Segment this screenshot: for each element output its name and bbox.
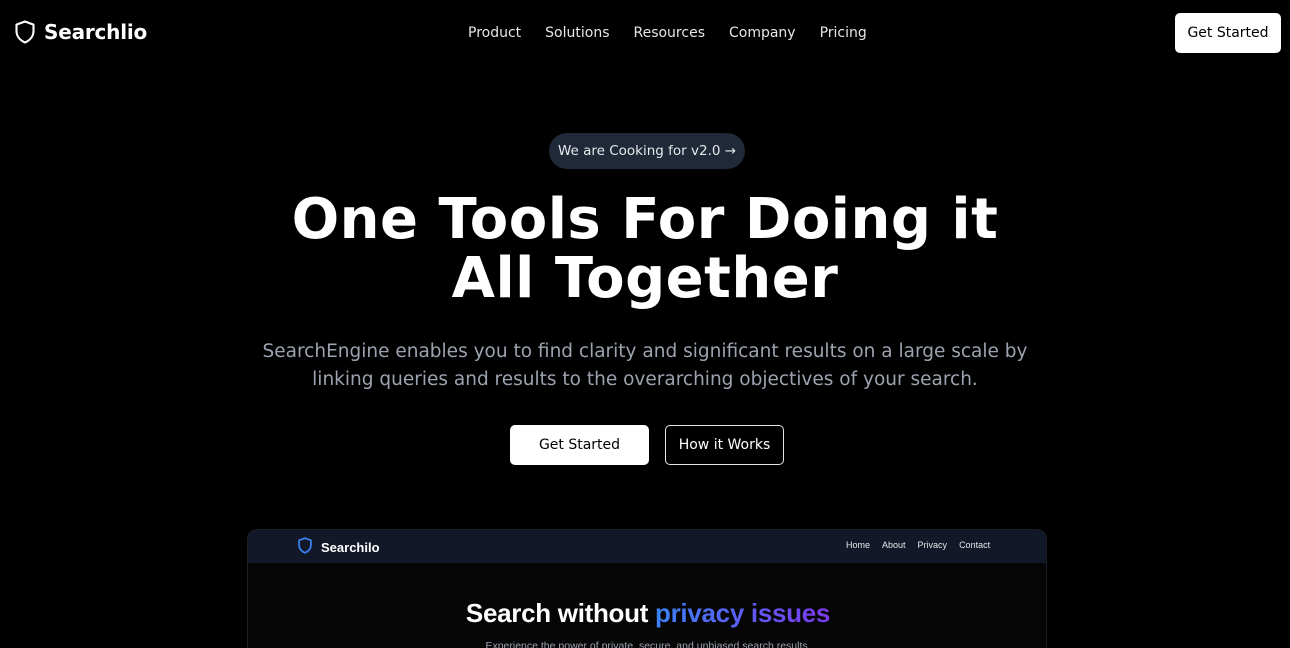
- preview-brand-name: Searchilo: [321, 540, 380, 555]
- hero-subtitle-line-1: SearchEngine enables you to find clarity…: [262, 341, 1028, 362]
- top-nav: Searchlio Product Solutions Resources Co…: [0, 0, 1290, 66]
- preview-subtitle: Experience the power of private, secure,…: [485, 640, 811, 648]
- hero-title-line-2: All Together: [451, 246, 839, 311]
- nav-link-company[interactable]: Company: [729, 24, 796, 42]
- brand-name: Searchlio: [44, 20, 148, 44]
- hero-subtitle: SearchEngine enables you to find clarity…: [0, 338, 1290, 394]
- version-badge[interactable]: We are Cooking for v2.0 →: [549, 133, 745, 169]
- hero-subtitle-line-2: linking queries and results to the overa…: [312, 369, 978, 390]
- nav-link-pricing[interactable]: Pricing: [820, 24, 867, 42]
- preview-title-highlight: privacy issues: [655, 598, 831, 628]
- brand[interactable]: Searchlio: [15, 20, 147, 44]
- preview-link-about: About: [882, 540, 906, 550]
- hero-title-line-1: One Tools For Doing it: [291, 187, 999, 252]
- preview-nav: Searchilo Home About Privacy Contact: [248, 530, 1046, 563]
- product-preview: Searchilo Home About Privacy Contact Sea…: [247, 529, 1047, 648]
- preview-title: Search without privacy issues: [248, 598, 1046, 629]
- main-menu: Product Solutions Resources Company Pric…: [468, 24, 867, 42]
- get-started-button[interactable]: Get Started: [510, 425, 649, 465]
- nav-link-product[interactable]: Product: [468, 24, 521, 42]
- preview-title-plain: Search without: [465, 598, 656, 628]
- preview-link-contact: Contact: [959, 540, 991, 550]
- preview-menu: Home About Privacy Contact: [846, 540, 990, 550]
- shield-icon: [15, 20, 35, 44]
- preview-brand: Searchilo: [298, 537, 380, 558]
- preview-link-home: Home: [846, 540, 871, 550]
- preview-link-privacy: Privacy: [917, 540, 948, 550]
- nav-link-solutions[interactable]: Solutions: [545, 24, 609, 42]
- shield-icon: [298, 537, 312, 558]
- nav-get-started-button[interactable]: Get Started: [1175, 13, 1281, 53]
- nav-link-resources[interactable]: Resources: [633, 24, 705, 42]
- hero-title: One Tools For Doing it All Together: [0, 190, 1290, 308]
- how-it-works-button[interactable]: How it Works: [665, 425, 784, 465]
